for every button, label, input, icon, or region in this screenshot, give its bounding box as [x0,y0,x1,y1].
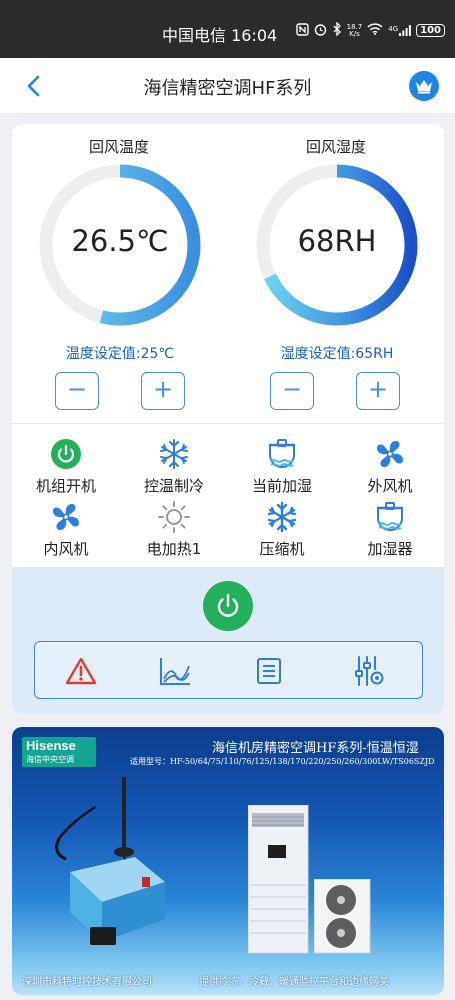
product-banner[interactable]: Hisense 海信中央空调 海信机房精密空调HF系列-恒温恒湿 适用型号：HF… [12,727,444,995]
list-icon [257,658,281,684]
divider [12,423,444,424]
parameter-settings-button[interactable] [351,653,387,689]
alarm-button[interactable] [63,653,99,689]
alarm-icon [65,657,97,685]
status-humidifier: 加湿器 [340,500,440,559]
wifi-icon [367,23,383,38]
power-icon [217,593,239,617]
humidity-increase-button[interactable]: + [356,372,400,410]
status-outdoor-fan: 外风机 [340,437,440,496]
status-electric-heater: 电加热1 [124,500,224,559]
settings-slider-icon [355,656,384,686]
temperature-setpoint: 温度设定值:25℃ [65,346,175,362]
banner-company: 深圳市科特时控技术有限公司 [22,977,152,988]
banner-title: 海信机房精密空调HF系列-恒温恒湿 [212,741,419,756]
function-toolbar [34,641,423,699]
humidity-decrease-button[interactable]: − [270,372,314,410]
hisense-logo: Hisense 海信中央空调 [22,737,96,767]
page-title: 海信精密空调HF系列 [143,78,312,99]
temperature-decrease-button[interactable]: − [55,372,99,410]
record-list-button[interactable] [251,653,287,689]
app-header: 海信精密空调HF系列 [0,58,455,114]
banner-models: 适用型号：HF-50/64/75/110/76/125/138/170/220/… [130,757,435,766]
device-status-card: 回风温度 26.5℃ 温度设定值:25℃ − + 回风湿度 68RH 湿度设定值… [12,124,444,714]
alarm-clock-icon [314,23,327,39]
heater-icon [158,501,190,533]
battery-indicator: 100 [416,24,445,37]
banner-slogan: 提供冷冻、冷藏、暖通监控平台和边缘网关 [199,977,389,988]
humidifier-icon [376,502,404,531]
humidifier-icon [268,439,296,468]
temperature-increase-button[interactable]: + [141,372,185,410]
power-button[interactable] [203,581,253,631]
bluetooth-icon [332,21,342,39]
signal-icon: 4G [388,25,412,36]
temperature-gauge-label: 回风温度 [88,138,149,156]
indoor-unit-image [248,805,309,954]
vip-button[interactable] [409,71,439,101]
nfc-icon [295,22,309,39]
status-icons: 18.7 K/s 4G 100 [295,21,445,39]
humidity-value: 68RH [297,224,377,258]
trend-chart-icon [160,658,190,685]
fan-icon [377,441,403,467]
temperature-value: 26.5℃ [71,224,169,258]
status-cooling: 控温制冷 [124,437,224,496]
status-compressor: 压缩机 [232,500,332,559]
net-speed: 18.7 K/s [346,22,363,38]
crown-icon [416,80,432,94]
humidity-gauge-label: 回风湿度 [305,138,366,156]
status-indoor-fan: 内风机 [16,500,116,559]
humidity-setpoint: 湿度设定值:65RH [280,346,394,362]
fan-icon [53,504,79,530]
control-panel [12,567,444,714]
status-humidifying: 当前加湿 [232,437,332,496]
carrier-time: 中国电信 16:04 [162,26,278,45]
outdoor-unit-image [314,879,371,954]
status-bar: 中国电信 16:04 18.7 K/s 4G 100 [0,0,455,58]
status-unit-on: 机组开机 [16,437,116,496]
power-on-icon [51,439,81,469]
trend-chart-button[interactable] [157,653,193,689]
snowflake-icon [267,501,297,533]
snowflake-icon [160,439,188,469]
gateway-device-image [55,777,165,945]
